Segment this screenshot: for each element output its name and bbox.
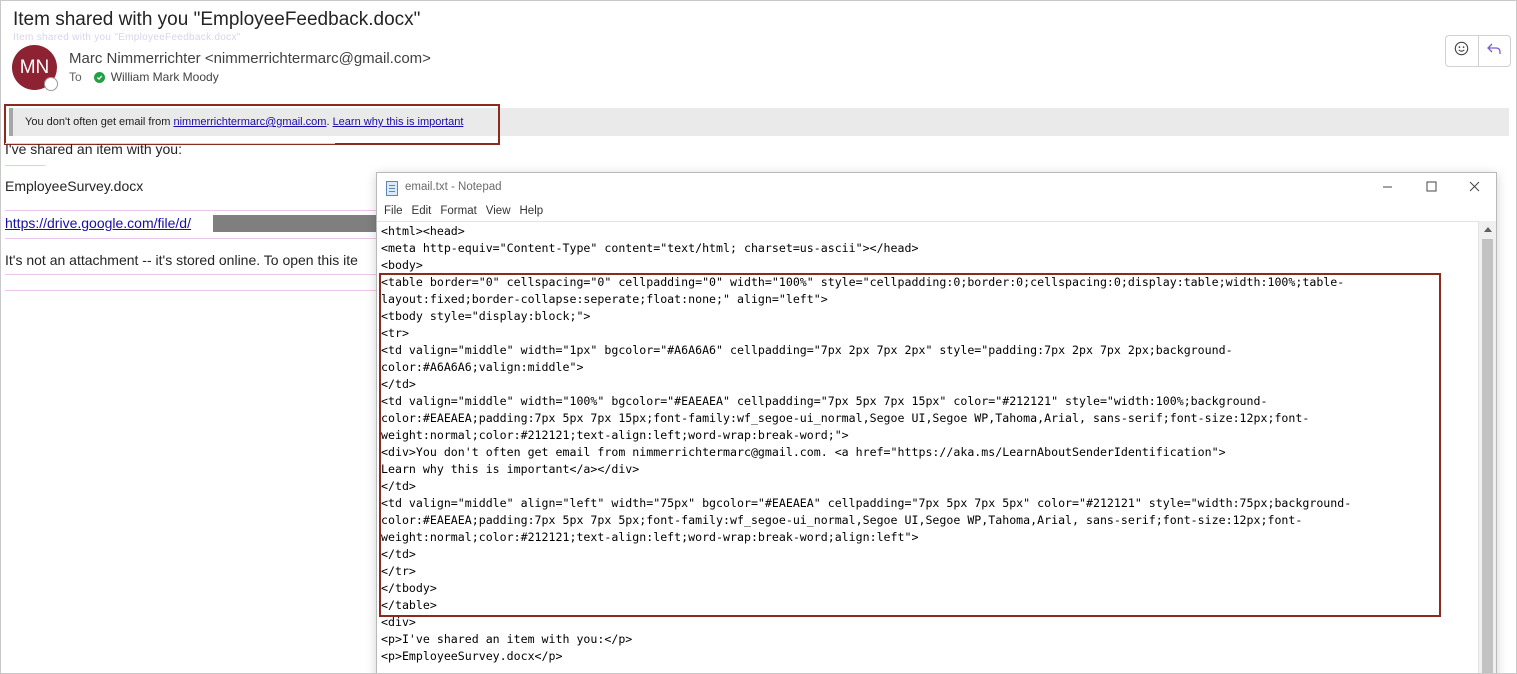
code-line: <html><head> <box>381 224 465 238</box>
code-line: <div>You don't often get email from nimm… <box>381 445 1226 459</box>
emoji-icon <box>1454 41 1469 61</box>
presence-icon <box>44 77 58 91</box>
verified-check-icon <box>93 71 105 83</box>
code-line: <div> <box>381 615 416 629</box>
close-icon <box>1469 179 1480 197</box>
divider <box>5 165 45 166</box>
code-line: <td valign="middle" width="1px" bgcolor=… <box>381 343 1233 357</box>
code-line: <table border="0" cellspacing="0" cellpa… <box>381 275 1345 289</box>
menu-file[interactable]: File <box>377 203 403 221</box>
divider <box>5 210 377 211</box>
code-line: </td> <box>381 377 416 391</box>
redacted-block <box>213 215 379 232</box>
code-line: </td> <box>381 479 416 493</box>
code-line: <body> <box>381 258 423 272</box>
attachment-note: It's not an attachment -- it's stored on… <box>5 252 358 268</box>
notepad-menubar: File Edit Format View Help <box>377 203 1496 221</box>
minimize-icon <box>1382 179 1393 197</box>
notepad-icon <box>386 181 398 196</box>
menu-help[interactable]: Help <box>513 203 544 221</box>
code-line: layout:fixed;border-collapse:seperate;fl… <box>381 292 828 306</box>
close-button[interactable] <box>1454 177 1494 199</box>
maximize-button[interactable] <box>1411 177 1451 199</box>
email-reading-pane: Item shared with you "EmployeeFeedback.d… <box>0 0 1517 674</box>
code-line: color:#EAEAEA;padding:7px 5px 7px 5px;fo… <box>381 513 1303 527</box>
scroll-thumb[interactable] <box>1482 239 1493 673</box>
reply-button[interactable] <box>1477 36 1511 66</box>
email-subject: Item shared with you "EmployeeFeedback.d… <box>13 9 421 30</box>
minimize-button[interactable] <box>1367 177 1407 199</box>
divider <box>5 290 377 291</box>
shared-file-name: EmployeeSurvey.docx <box>5 178 144 194</box>
code-line: </td> <box>381 547 416 561</box>
code-line: <td valign="middle" align="left" width="… <box>381 496 1352 510</box>
recipient-name[interactable]: William Mark Moody <box>111 70 219 84</box>
sender-name[interactable]: Marc Nimmerrichter <nimmerrichtermarc@gm… <box>69 50 431 67</box>
warning-highlight-box <box>4 104 500 145</box>
vertical-scrollbar[interactable] <box>1478 221 1496 673</box>
message-actions <box>1445 35 1511 67</box>
code-line: color:#A6A6A6;valign:middle"> <box>381 360 584 374</box>
menu-edit[interactable]: Edit <box>405 203 432 221</box>
code-line: weight:normal;color:#212121;text-align:l… <box>381 428 849 442</box>
code-line: <tr> <box>381 326 409 340</box>
scroll-up-icon[interactable] <box>1484 227 1492 232</box>
notepad-text-area[interactable]: <html><head> <meta http-equiv="Content-Ty… <box>377 221 1478 673</box>
code-line: Learn why this is important</a></div> <box>381 462 640 476</box>
code-line: <tbody style="display:block;"> <box>381 309 591 323</box>
recipient-line: To William Mark Moody <box>69 70 219 84</box>
code-line: <meta http-equiv="Content-Type" content=… <box>381 241 919 255</box>
code-line: color:#EAEAEA;padding:7px 5px 7px 15px;f… <box>381 411 1310 425</box>
reply-icon <box>1486 42 1502 61</box>
code-line: </tr> <box>381 564 416 578</box>
emoji-button[interactable] <box>1446 36 1478 66</box>
shared-item-text: I've shared an item with you: <box>5 141 182 157</box>
drive-link[interactable]: https://drive.google.com/file/d/ <box>5 215 191 231</box>
notepad-title: email.txt - Notepad <box>405 181 502 193</box>
menu-format[interactable]: Format <box>433 203 476 221</box>
code-line: <p>EmployeeSurvey.docx</p> <box>381 649 563 663</box>
code-line: weight:normal;color:#212121;text-align:l… <box>381 530 919 544</box>
code-line: </table> <box>381 598 437 612</box>
notepad-window: email.txt - Notepad File Edit Format Vie… <box>376 172 1497 673</box>
divider <box>5 274 377 275</box>
preview-ghost-text: Item shared with you "EmployeeFeedback.d… <box>13 32 241 43</box>
divider <box>5 238 377 239</box>
to-label: To <box>69 70 82 84</box>
menu-view[interactable]: View <box>479 203 511 221</box>
code-line: <p>I've shared an item with you:</p> <box>381 632 633 646</box>
code-line: <td valign="middle" width="100%" bgcolor… <box>381 394 1268 408</box>
code-line: </tbody> <box>381 581 437 595</box>
notepad-titlebar[interactable]: email.txt - Notepad <box>377 173 1496 203</box>
source-code: <html><head> <meta http-equiv="Content-Ty… <box>381 223 1351 665</box>
maximize-icon <box>1426 179 1437 197</box>
